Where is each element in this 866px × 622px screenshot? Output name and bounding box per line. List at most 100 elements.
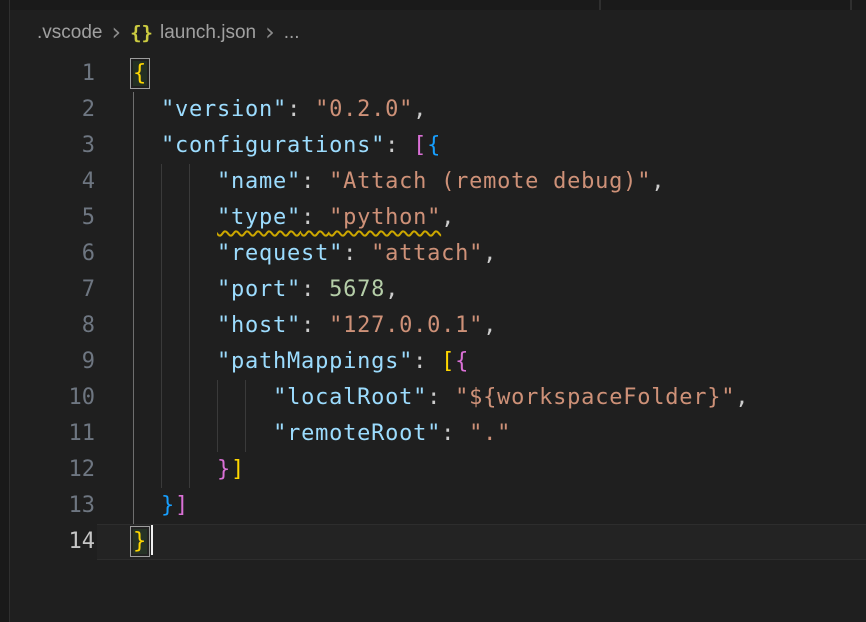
line-number[interactable]: 6 xyxy=(10,236,97,272)
code-token: "remoteRoot" xyxy=(273,421,441,446)
line-number[interactable]: 3 xyxy=(10,128,97,164)
indent-guide xyxy=(133,272,134,308)
code-token: : xyxy=(427,385,455,410)
code-line[interactable]: 10 "localRoot": "${workspaceFolder}", xyxy=(10,380,866,416)
line-number[interactable]: 11 xyxy=(10,416,97,452)
code-token xyxy=(133,97,161,122)
code-token: "${workspaceFolder}" xyxy=(455,385,735,410)
breadcrumb-file[interactable]: {} launch.json xyxy=(130,22,256,44)
code-line[interactable]: 9 "pathMappings": [{ xyxy=(10,344,866,380)
code-line[interactable]: 1{ xyxy=(10,56,866,92)
line-number[interactable]: 13 xyxy=(10,488,97,524)
code-token: "python" xyxy=(329,205,441,230)
code-content[interactable]: "name": "Attach (remote debug)", xyxy=(97,164,866,200)
code-line[interactable]: 3 "configurations": [{ xyxy=(10,128,866,164)
indent-guide xyxy=(189,164,190,200)
tab-divider xyxy=(599,0,601,10)
code-line[interactable]: 13 }] xyxy=(10,488,866,524)
code-content[interactable]: { xyxy=(97,56,866,92)
code-token xyxy=(133,205,217,230)
indent-guide xyxy=(133,452,134,488)
indent-guide xyxy=(189,308,190,344)
code-line[interactable]: 6 "request": "attach", xyxy=(10,236,866,272)
indent-guide xyxy=(161,164,162,200)
code-token: : xyxy=(301,277,329,302)
code-line[interactable]: 11 "remoteRoot": "." xyxy=(10,416,866,452)
code-token: } xyxy=(217,457,231,482)
line-number[interactable]: 14 xyxy=(10,524,97,560)
code-content[interactable]: "host": "127.0.0.1", xyxy=(97,308,866,344)
code-token: , xyxy=(441,205,455,230)
code-token xyxy=(133,241,217,266)
code-token xyxy=(133,169,217,194)
code-line[interactable]: 14} xyxy=(10,524,866,560)
code-content[interactable]: "configurations": [{ xyxy=(97,128,866,164)
code-content[interactable]: }] xyxy=(97,452,866,488)
code-token: [ xyxy=(413,133,427,158)
code-token: : xyxy=(301,205,329,230)
code-token xyxy=(133,277,217,302)
code-token: ] xyxy=(231,457,245,482)
code-line[interactable]: 7 "port": 5678, xyxy=(10,272,866,308)
code-content[interactable]: "request": "attach", xyxy=(97,236,866,272)
line-number[interactable]: 12 xyxy=(10,452,97,488)
code-token: "version" xyxy=(161,97,287,122)
indent-guide xyxy=(217,416,218,452)
code-token: "name" xyxy=(217,169,301,194)
indent-guide xyxy=(133,236,134,272)
indent-guide xyxy=(161,344,162,380)
line-number[interactable]: 5 xyxy=(10,200,97,236)
line-number[interactable]: 9 xyxy=(10,344,97,380)
line-number[interactable]: 1 xyxy=(10,56,97,92)
breadcrumb-folder[interactable]: .vscode xyxy=(37,22,102,44)
editor-group: .vscode › {} launch.json › ... 1{2 "vers… xyxy=(10,0,866,622)
code-content[interactable]: "port": 5678, xyxy=(97,272,866,308)
code-line[interactable]: 8 "host": "127.0.0.1", xyxy=(10,308,866,344)
chevron-right-icon: › xyxy=(265,22,275,42)
code-token xyxy=(133,349,217,374)
indent-guide xyxy=(245,416,246,452)
line-number[interactable]: 4 xyxy=(10,164,97,200)
line-number[interactable]: 2 xyxy=(10,92,97,128)
code-token: : xyxy=(413,349,441,374)
code-content[interactable]: }] xyxy=(97,488,866,524)
text-cursor xyxy=(151,525,153,555)
code-token xyxy=(133,421,273,446)
indent-guide xyxy=(189,344,190,380)
code-token: "host" xyxy=(217,313,301,338)
breadcrumb-symbol-more[interactable]: ... xyxy=(284,22,300,44)
indent-guide xyxy=(161,200,162,236)
code-token: : xyxy=(301,169,329,194)
code-line[interactable]: 5 "type": "python", xyxy=(10,200,866,236)
code-token: , xyxy=(483,241,497,266)
code-token: [ xyxy=(441,349,455,374)
code-token: { xyxy=(427,133,441,158)
code-line[interactable]: 4 "name": "Attach (remote debug)", xyxy=(10,164,866,200)
code-token: : xyxy=(301,313,329,338)
indent-guide xyxy=(189,200,190,236)
indent-guide xyxy=(161,272,162,308)
line-number[interactable]: 10 xyxy=(10,380,97,416)
code-content[interactable]: "localRoot": "${workspaceFolder}", xyxy=(97,380,866,416)
code-line[interactable]: 2 "version": "0.2.0", xyxy=(10,92,866,128)
code-content[interactable]: } xyxy=(97,524,866,560)
code-line[interactable]: 12 }] xyxy=(10,452,866,488)
editor[interactable]: 1{2 "version": "0.2.0",3 "configurations… xyxy=(10,56,866,560)
indent-guide xyxy=(161,380,162,416)
indent-guide xyxy=(161,452,162,488)
code-content[interactable]: "type": "python", xyxy=(97,200,866,236)
code-content[interactable]: "remoteRoot": "." xyxy=(97,416,866,452)
code-content[interactable]: "pathMappings": [{ xyxy=(97,344,866,380)
code-token: "port" xyxy=(217,277,301,302)
indent-guide xyxy=(133,344,134,380)
line-number[interactable]: 8 xyxy=(10,308,97,344)
breadcrumb-file-label: launch.json xyxy=(160,22,256,44)
code-token: "type" xyxy=(217,205,301,230)
code-content[interactable]: "version": "0.2.0", xyxy=(97,92,866,128)
code-token: , xyxy=(483,313,497,338)
line-number[interactable]: 7 xyxy=(10,272,97,308)
indent-guide xyxy=(133,416,134,452)
tab-divider xyxy=(850,0,852,10)
code-token: "configurations" xyxy=(161,133,385,158)
bracket-match: } xyxy=(133,529,147,554)
